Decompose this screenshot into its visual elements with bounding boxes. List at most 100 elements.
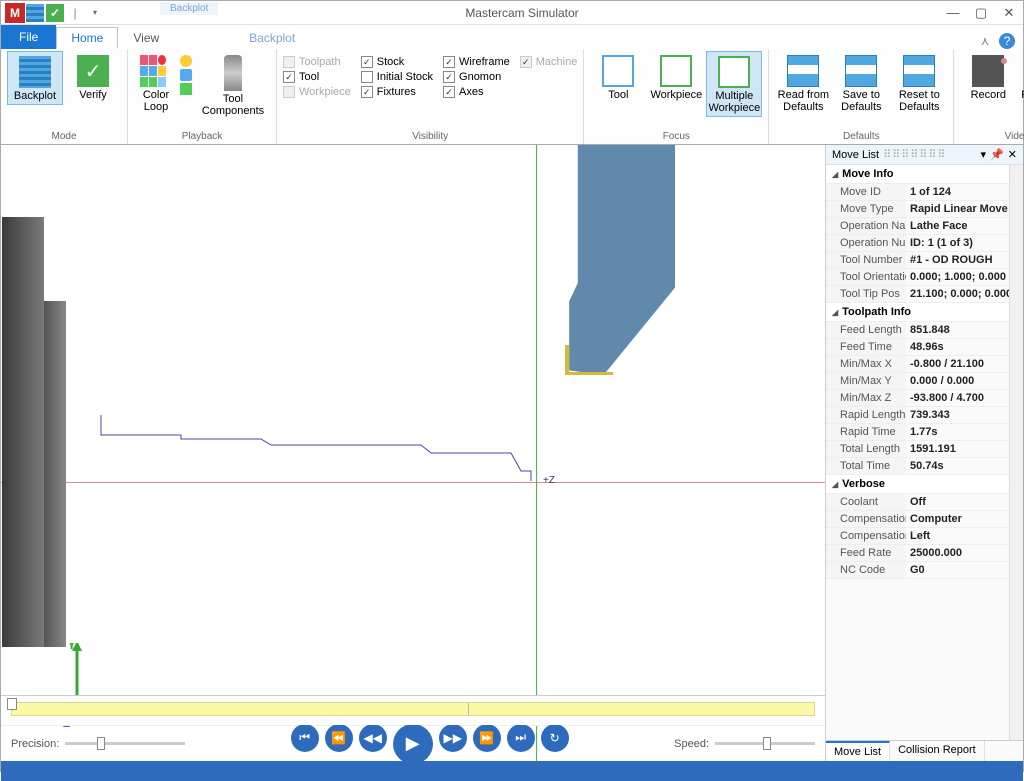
save-defaults-button[interactable]: Save to Defaults	[833, 51, 889, 115]
loop-button[interactable]: ↻	[541, 724, 569, 752]
prop-value: 739.343	[906, 407, 1009, 423]
focus-group-label: Focus	[590, 130, 762, 143]
initial-stock-checkbox[interactable]: Initial Stock	[361, 70, 433, 84]
section-verbose[interactable]: Verbose	[826, 475, 1009, 494]
help-icon[interactable]: ?	[999, 33, 1015, 49]
section-tp[interactable]: Toolpath Info	[826, 303, 1009, 322]
speed-slider[interactable]	[715, 742, 815, 745]
speed-label: Speed:	[674, 738, 709, 750]
save-defaults-icon	[845, 55, 877, 87]
status-bar	[1, 761, 1023, 781]
panel-title-bar[interactable]: Move List ⠿⠿⠿⠿⠿⠿⠿ ▾ 📌 ✕	[826, 145, 1023, 165]
toolpath-wireframe	[1, 145, 801, 665]
skip-start-button[interactable]: ⏮	[291, 724, 319, 752]
file-tab[interactable]: File	[1, 25, 56, 49]
prop-value: 0.000 / 0.000	[906, 373, 1009, 389]
timeline-track[interactable]	[11, 702, 815, 716]
minimize-button[interactable]: —	[939, 2, 967, 24]
contextual-tab-label: Backplot	[160, 2, 218, 15]
panel-body[interactable]: Move InfoMove ID1 of 124Move TypeRapid L…	[826, 165, 1009, 740]
playback-group-label: Playback	[134, 130, 270, 143]
focus-workpiece-button[interactable]: Workpiece	[648, 51, 704, 103]
step-forward-button[interactable]: ⏩	[473, 724, 501, 752]
prop-row: Min/Max Y0.000 / 0.000	[826, 373, 1009, 390]
collision-report-tab[interactable]: Collision Report	[890, 741, 985, 761]
prop-value: G0	[906, 562, 1009, 578]
recording-options-button[interactable]: Recording Options	[1018, 51, 1024, 115]
precision-label: Precision:	[11, 738, 59, 750]
prop-value: 50.74s	[906, 458, 1009, 474]
section-move[interactable]: Move Info	[826, 165, 1009, 184]
reset-defaults-button[interactable]: Reset to Defaults	[891, 51, 947, 115]
timeline-handle[interactable]	[7, 698, 17, 710]
read-defaults-button[interactable]: Read from Defaults	[775, 51, 831, 115]
playback-opt1-icon[interactable]	[180, 55, 192, 67]
ribbon-group-video: Record Recording Options Video	[954, 49, 1024, 144]
record-icon	[972, 55, 1004, 87]
focus-multiple-icon	[718, 56, 750, 88]
prop-key: Compensation	[826, 511, 906, 527]
move-list-panel: Move List ⠿⠿⠿⠿⠿⠿⠿ ▾ 📌 ✕ Move InfoMove ID…	[825, 145, 1023, 761]
prop-row: Feed Rate25000.000	[826, 545, 1009, 562]
tool-components-button[interactable]: Tool Components	[196, 51, 270, 119]
focus-multiple-workpiece-button[interactable]: Multiple Workpiece	[706, 51, 762, 117]
axes-checkbox[interactable]: Axes	[443, 85, 510, 99]
home-tab[interactable]: Home	[56, 27, 118, 49]
panel-scrollbar[interactable]	[1009, 165, 1023, 740]
prop-row: Min/Max Z-93.800 / 4.700	[826, 390, 1009, 407]
timeline[interactable]	[1, 695, 825, 725]
tool-checkbox[interactable]: Tool	[283, 70, 351, 84]
backplot-label: Backplot	[14, 90, 56, 102]
prop-value: 25000.000	[906, 545, 1009, 561]
prop-key: Rapid Time	[826, 424, 906, 440]
step-back-button[interactable]: ⏪	[325, 724, 353, 752]
maximize-button[interactable]: ▢	[967, 2, 995, 24]
view-tab[interactable]: View	[118, 27, 174, 49]
panel-close-icon[interactable]: ✕	[1008, 148, 1017, 161]
play-button[interactable]: ▶	[393, 724, 433, 762]
backplot-icon	[19, 56, 51, 88]
move-list-tab[interactable]: Move List	[826, 741, 890, 761]
prop-row: Rapid Time1.77s	[826, 424, 1009, 441]
panel-dropdown-icon[interactable]: ▾	[981, 148, 987, 161]
prop-value: Off	[906, 494, 1009, 510]
backplot-tab[interactable]: Backplot	[234, 27, 310, 49]
ribbon-collapse-icon[interactable]: ⋏	[977, 33, 993, 49]
prop-key: Min/Max X	[826, 356, 906, 372]
tool-components-label: Tool Components	[202, 93, 264, 117]
gnomon-checkbox[interactable]: Gnomon	[443, 70, 510, 84]
prop-row: Move TypeRapid Linear Move	[826, 201, 1009, 218]
workpiece-checkbox: Workpiece	[283, 85, 351, 99]
rewind-button[interactable]: ◀◀	[359, 724, 387, 752]
fixtures-checkbox[interactable]: Fixtures	[361, 85, 433, 99]
toolpath-checkbox: Toolpath	[283, 55, 351, 69]
forward-button[interactable]: ▶▶	[439, 724, 467, 752]
prop-value: 0.000; 1.000; 0.000	[906, 269, 1009, 285]
qat-verify-icon[interactable]: ✓	[45, 3, 65, 23]
skip-end-button[interactable]: ⏭	[507, 724, 535, 752]
precision-slider[interactable]	[65, 742, 185, 745]
color-loop-button[interactable]: Color Loop	[134, 51, 178, 115]
prop-key: NC Code	[826, 562, 906, 578]
backplot-button[interactable]: Backplot	[7, 51, 63, 105]
qat-backplot-icon[interactable]	[25, 3, 45, 23]
prop-key: Tool Orientation	[826, 269, 906, 285]
focus-tool-button[interactable]: Tool	[590, 51, 646, 103]
verify-button[interactable]: ✓ Verify	[65, 51, 121, 103]
record-button[interactable]: Record	[960, 51, 1016, 103]
playback-opt2-icon[interactable]	[180, 69, 192, 81]
prop-key: Total Length	[826, 441, 906, 457]
read-defaults-icon	[787, 55, 819, 87]
prop-row: NC CodeG0	[826, 562, 1009, 579]
3d-viewport[interactable]: +Z X Y Z Precision:	[1, 145, 825, 761]
focus-workpiece-icon	[660, 55, 692, 87]
panel-pin-icon[interactable]: 📌	[990, 148, 1004, 161]
prop-value: 21.100; 0.000; 0.000	[906, 286, 1009, 302]
stock-checkbox[interactable]: Stock	[361, 55, 433, 69]
playback-opt3-icon[interactable]	[180, 83, 192, 95]
ribbon-group-playback: Color Loop Tool Components Playback	[128, 49, 277, 144]
close-button[interactable]: ✕	[995, 2, 1023, 24]
wireframe-checkbox[interactable]: Wireframe	[443, 55, 510, 69]
qat-dropdown-icon[interactable]: ▾	[85, 3, 105, 23]
prop-value: 48.96s	[906, 339, 1009, 355]
